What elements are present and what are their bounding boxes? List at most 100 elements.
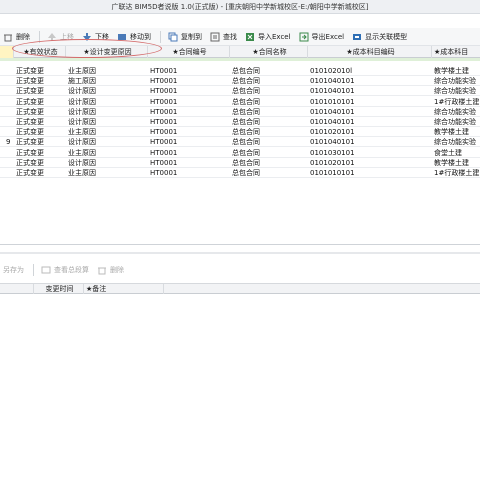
cell-contract-name[interactable]: 总包合同 <box>230 168 308 178</box>
cell-cost-subject[interactable]: 教学楼土建 <box>432 127 480 137</box>
cell-contract-no[interactable]: HT0001 <box>148 97 230 107</box>
cell-change-reason[interactable]: 业主原因 <box>66 127 148 137</box>
table-row[interactable]: 正式变更 设计原因 HT0001 总包合同 0101040101 综合功能实验 9 <box>0 137 480 148</box>
header-selector[interactable] <box>0 46 14 58</box>
bottom-header-remark[interactable]: ★备注 <box>84 284 164 294</box>
cell-contract-no[interactable]: HT0001 <box>148 168 230 178</box>
table-row[interactable]: 正式变更 业主原因 HT0001 总包合同 010102010l 教学楼土建 <box>0 66 480 76</box>
cell-valid-status[interactable]: 正式变更 <box>14 97 66 107</box>
cell-row-marker[interactable] <box>0 97 14 107</box>
show-linked-model-button[interactable]: 显示关联模型 <box>349 29 410 45</box>
cell-contract-name[interactable]: 总包合同 <box>230 148 308 158</box>
cell-contract-name[interactable]: 总包合同 <box>230 86 308 96</box>
table-row[interactable]: 正式变更 设计原因 HT0001 总包合同 0101010101 1#行政楼土建 <box>0 97 480 107</box>
table-row[interactable]: 正式变更 业主原因 HT0001 总包合同 0101010101 1#行政楼土建 <box>0 168 480 178</box>
move-up-button[interactable]: 上移 <box>44 29 77 45</box>
move-to-button[interactable]: 移动到 <box>114 29 154 45</box>
cell-contract-name[interactable]: 总包合同 <box>230 117 308 127</box>
copy-to-button[interactable]: 复制到 <box>165 29 205 45</box>
bottom-header-blank[interactable] <box>0 284 34 294</box>
cell-cost-code[interactable]: 0101040101 <box>308 76 432 86</box>
cell-valid-status[interactable]: 正式变更 <box>14 168 66 178</box>
bottom-header-change-time[interactable]: 变更时间 <box>34 284 84 294</box>
cell-valid-status[interactable]: 正式变更 <box>14 127 66 137</box>
cell-contract-name[interactable]: 总包合同 <box>230 127 308 137</box>
cell-valid-status[interactable]: 正式变更 <box>14 107 66 117</box>
cell-cost-subject[interactable]: 综合功能实验 <box>432 117 480 127</box>
table-row[interactable]: 正式变更 施工原因 HT0001 总包合同 0101040101 综合功能实验 <box>0 76 480 87</box>
bottom-delete-button[interactable]: 删除 <box>94 262 127 278</box>
cell-valid-status[interactable]: 正式变更 <box>14 137 66 147</box>
cell-cost-code[interactable]: 0101020101 <box>308 158 432 168</box>
cell-cost-code[interactable]: 0101040101 <box>308 107 432 117</box>
table-row[interactable]: 正式变更 业主原因 HT0001 总包合同 0101030101 食堂土建 <box>0 148 480 158</box>
table-row[interactable]: 正式变更 设计原因 HT0001 总包合同 0101040101 综合功能实验 <box>0 86 480 97</box>
cell-cost-code[interactable]: 0101040101 <box>308 117 432 127</box>
cell-change-reason[interactable]: 设计原因 <box>66 97 148 107</box>
cell-contract-no[interactable]: HT0001 <box>148 117 230 127</box>
cell-row-marker[interactable] <box>0 66 14 76</box>
cell-valid-status[interactable]: 正式变更 <box>14 117 66 127</box>
save-as-button[interactable]: 另存为 <box>0 262 27 278</box>
cell-contract-no[interactable]: HT0001 <box>148 148 230 158</box>
cell-change-reason[interactable]: 设计原因 <box>66 158 148 168</box>
cell-contract-no[interactable]: HT0001 <box>148 86 230 96</box>
cell-cost-code[interactable]: 0101040101 <box>308 137 432 147</box>
cell-cost-code[interactable]: 0101010101 <box>308 168 432 178</box>
find-button[interactable]: 查找 <box>207 29 240 45</box>
table-row[interactable]: 正式变更 业主原因 HT0001 总包合同 0101020101 教学楼土建 <box>0 127 480 138</box>
cell-change-reason[interactable]: 设计原因 <box>66 117 148 127</box>
cell-contract-name[interactable]: 总包合同 <box>230 158 308 168</box>
cell-change-reason[interactable]: 业主原因 <box>66 148 148 158</box>
export-excel-button[interactable]: 导出Excel <box>296 29 348 45</box>
cell-cost-subject[interactable]: 1#行政楼土建 <box>432 97 480 107</box>
cell-cost-code[interactable]: 0101020101 <box>308 127 432 137</box>
move-down-button[interactable]: 下移 <box>79 29 112 45</box>
cell-cost-code[interactable]: 010102010l <box>308 66 432 76</box>
cell-valid-status[interactable]: 正式变更 <box>14 66 66 76</box>
header-change-reason[interactable]: ★设计变更原因 <box>66 46 148 58</box>
cell-row-marker[interactable] <box>0 168 14 178</box>
header-cost-subject[interactable]: ★成本科目 <box>432 46 480 58</box>
cell-contract-name[interactable]: 总包合同 <box>230 97 308 107</box>
cell-row-marker[interactable] <box>0 86 14 96</box>
cell-row-marker[interactable] <box>0 76 14 86</box>
cell-row-marker[interactable] <box>0 127 14 137</box>
cell-valid-status[interactable]: 正式变更 <box>14 86 66 96</box>
panel-splitter[interactable] <box>0 252 480 254</box>
header-contract-no[interactable]: ★合同编号 <box>148 46 230 58</box>
header-contract-name[interactable]: ★合同名称 <box>230 46 308 58</box>
cell-change-reason[interactable]: 设计原因 <box>66 86 148 96</box>
cell-contract-no[interactable]: HT0001 <box>148 107 230 117</box>
cell-cost-subject[interactable]: 综合功能实验 <box>432 76 480 86</box>
table-row[interactable]: 正式变更 设计原因 HT0001 总包合同 0101020101 教学楼土建 <box>0 158 480 168</box>
cell-contract-name[interactable]: 总包合同 <box>230 107 308 117</box>
cell-valid-status[interactable]: 正式变更 <box>14 148 66 158</box>
cell-valid-status[interactable]: 正式变更 <box>14 76 66 86</box>
cell-contract-no[interactable]: HT0001 <box>148 137 230 147</box>
delete-button[interactable]: 删除 <box>0 29 33 45</box>
cell-row-marker[interactable] <box>0 107 14 117</box>
cell-cost-subject[interactable]: 综合功能实验 <box>432 86 480 96</box>
cell-contract-name[interactable]: 总包合同 <box>230 137 308 147</box>
cell-cost-code[interactable]: 0101010101 <box>308 97 432 107</box>
cell-change-reason[interactable]: 设计原因 <box>66 137 148 147</box>
header-valid-status[interactable]: ★有效状态 <box>14 46 66 58</box>
cell-contract-no[interactable]: HT0001 <box>148 158 230 168</box>
table-row[interactable]: 正式变更 设计原因 HT0001 总包合同 0101040101 综合功能实验 <box>0 107 480 117</box>
cell-cost-subject[interactable]: 教学楼土建 <box>432 66 480 76</box>
cell-change-reason[interactable]: 设计原因 <box>66 107 148 117</box>
cell-change-reason[interactable]: 业主原因 <box>66 168 148 178</box>
cell-contract-no[interactable]: HT0001 <box>148 127 230 137</box>
cell-cost-code[interactable]: 0101030101 <box>308 148 432 158</box>
cell-cost-subject[interactable]: 1#行政楼土建 <box>432 168 480 178</box>
cell-cost-subject[interactable]: 综合功能实验 <box>432 107 480 117</box>
cell-row-marker[interactable] <box>0 117 14 127</box>
table-row[interactable]: 正式变更 设计原因 HT0001 总包合同 0101040101 综合功能实验 <box>0 117 480 127</box>
cell-contract-no[interactable]: HT0001 <box>148 76 230 86</box>
cell-cost-subject[interactable]: 综合功能实验 <box>432 137 480 147</box>
cell-change-reason[interactable]: 施工原因 <box>66 76 148 86</box>
cell-contract-no[interactable]: HT0001 <box>148 66 230 76</box>
header-cost-code[interactable]: ★成本科目编码 <box>308 46 432 58</box>
cell-contract-name[interactable]: 总包合同 <box>230 66 308 76</box>
